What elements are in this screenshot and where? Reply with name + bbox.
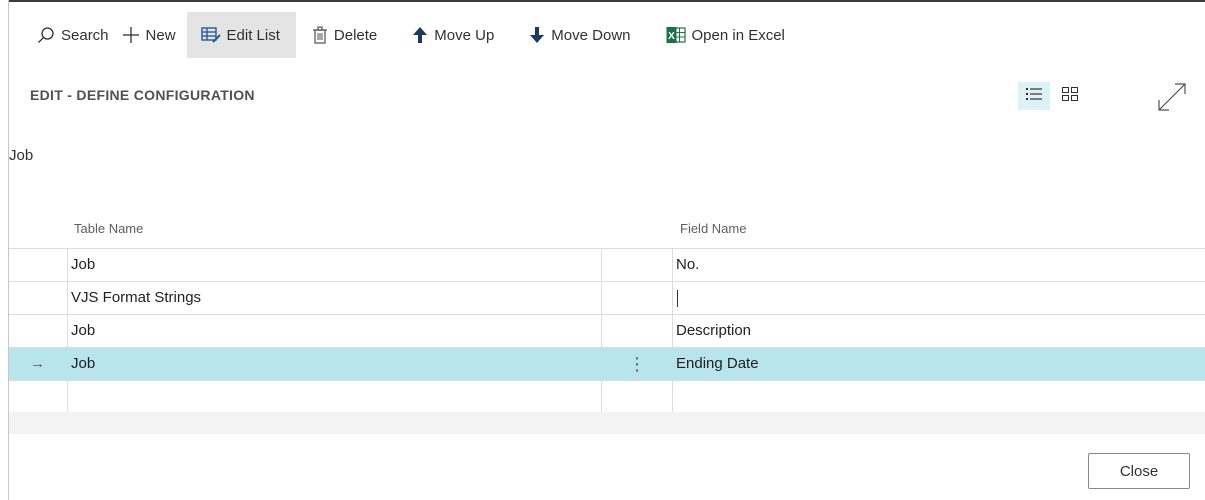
tile-view-button[interactable] <box>1056 82 1084 110</box>
table-name-cell[interactable]: Job <box>67 348 605 380</box>
field-name-cell[interactable] <box>672 381 1205 413</box>
table-row[interactable]: Job No. <box>9 248 1205 281</box>
row-actions-menu-icon[interactable]: ⋮ <box>601 348 672 380</box>
row-marker <box>9 282 66 314</box>
arrow-down-icon <box>529 26 545 44</box>
table-name-cell[interactable]: VJS Format Strings <box>67 282 605 314</box>
edit-list-icon <box>200 26 221 44</box>
field-name-cell[interactable]: No. <box>672 249 1205 281</box>
list-view-icon <box>1026 87 1042 106</box>
table-row[interactable]: VJS Format Strings <box>9 281 1205 314</box>
expand-icon <box>1155 83 1189 118</box>
configuration-grid: Job No. VJS Format Strings Job Descripti… <box>9 248 1205 414</box>
window-top-border <box>8 0 1205 2</box>
grid-footer-band <box>9 412 1205 434</box>
row-marker <box>9 249 66 281</box>
open-in-excel-label: Open in Excel <box>691 26 785 44</box>
row-marker <box>9 381 66 413</box>
table-name-cell[interactable] <box>67 381 605 413</box>
expand-button[interactable] <box>1155 80 1189 114</box>
edit-list-label: Edit List <box>226 26 280 44</box>
tile-view-icon <box>1062 86 1078 106</box>
delete-button[interactable]: Delete <box>296 12 388 58</box>
plus-icon <box>122 26 140 44</box>
row-actions-cell <box>601 381 672 413</box>
arrow-up-icon <box>412 26 428 44</box>
table-row-selected[interactable]: → Job ⋮ Ending Date <box>9 347 1205 380</box>
svg-text:X: X <box>668 31 675 42</box>
search-label: Search <box>61 26 109 44</box>
field-name-input[interactable] <box>672 282 1205 314</box>
move-down-button[interactable]: Move Down <box>505 12 641 58</box>
new-button[interactable]: New <box>120 12 187 58</box>
list-view-button[interactable] <box>1018 82 1050 110</box>
group-caption: Job <box>9 147 34 164</box>
open-in-excel-button[interactable]: X Open in Excel <box>642 12 796 58</box>
page-title: EDIT - DEFINE CONFIGURATION <box>30 87 255 103</box>
column-header-field-name[interactable]: Field Name <box>680 221 746 236</box>
new-label: New <box>145 26 176 44</box>
excel-icon: X <box>666 26 686 44</box>
edit-list-button[interactable]: Edit List <box>186 12 296 58</box>
move-down-label: Move Down <box>551 26 631 44</box>
field-name-cell[interactable]: Description <box>672 315 1205 347</box>
table-name-cell[interactable]: Job <box>67 315 605 347</box>
move-up-label: Move Up <box>434 26 495 44</box>
search-icon <box>37 26 55 44</box>
table-row-new[interactable] <box>9 380 1205 414</box>
table-name-cell[interactable]: Job <box>67 249 605 281</box>
search-button[interactable]: Search <box>26 12 120 58</box>
close-button[interactable]: Close <box>1088 453 1190 489</box>
row-actions-cell <box>601 282 672 314</box>
text-cursor <box>677 289 678 307</box>
action-bar: Search New Edit List Delete Move Up Move… <box>26 12 796 58</box>
field-name-cell[interactable]: Ending Date <box>672 348 1205 380</box>
column-header-table-name[interactable]: Table Name <box>74 221 143 236</box>
delete-label: Delete <box>333 26 378 44</box>
trash-icon <box>312 26 328 44</box>
row-actions-cell <box>601 249 672 281</box>
row-actions-cell <box>601 315 672 347</box>
current-row-arrow-icon: → <box>30 355 45 372</box>
table-row[interactable]: Job Description <box>9 314 1205 347</box>
row-marker <box>9 315 66 347</box>
move-up-button[interactable]: Move Up <box>388 12 505 58</box>
